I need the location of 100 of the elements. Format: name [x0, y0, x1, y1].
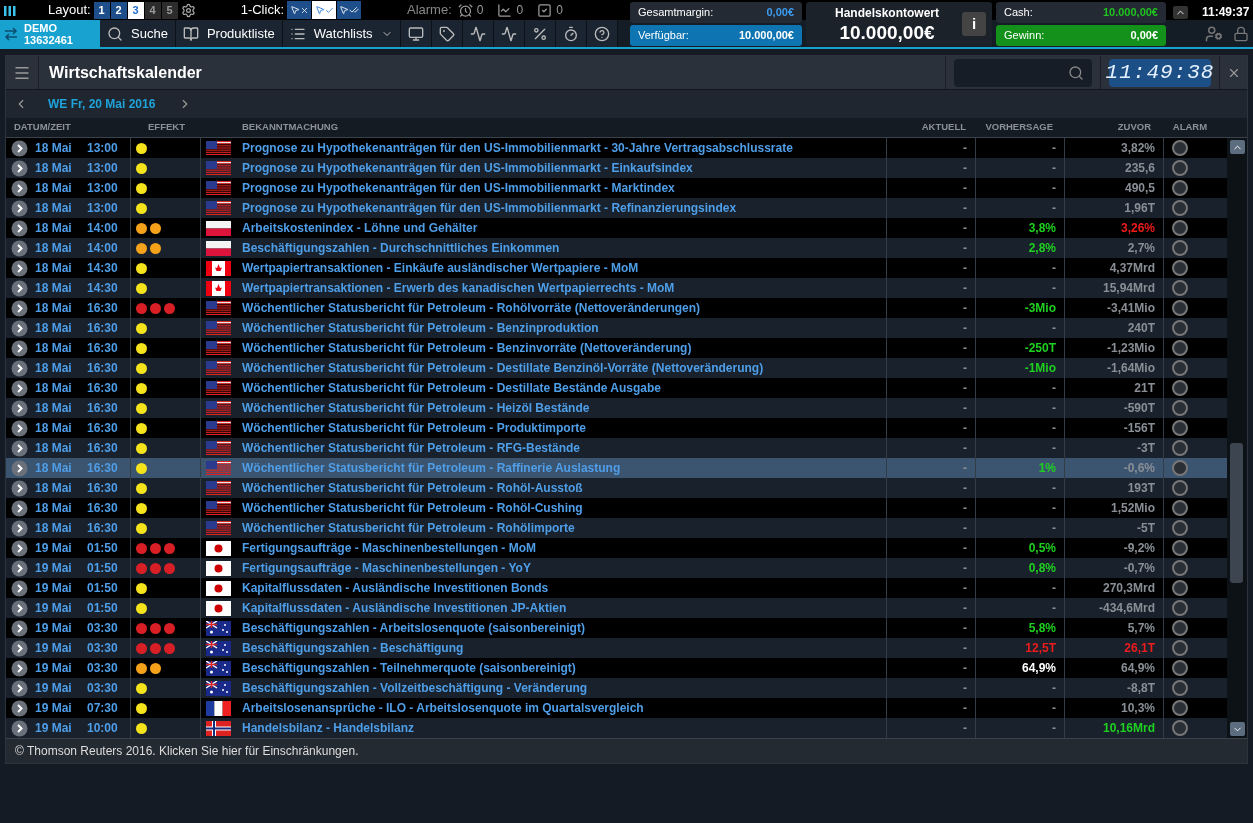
table-row[interactable]: 18 Mai 16:30 Wöchentlicher Statusbericht für Petroleum - Raffinerie Auslastung - 1% -0,6%: [6, 458, 1227, 478]
expand-chevron-icon[interactable]: [11, 459, 28, 477]
expand-chevron-icon[interactable]: [11, 599, 28, 617]
expand-chevron-icon[interactable]: [11, 339, 28, 357]
table-row[interactable]: 18 Mai 14:00 Beschäftigungszahlen - Durchschnittliches Einkommen - 2,8% 2,7%: [6, 238, 1227, 258]
scroll-down-button[interactable]: [1229, 722, 1245, 736]
table-row[interactable]: 18 Mai 13:00 Prognose zu Hypothekenanträgen für den US-Immobilienmarkt - Marktindex - - 490,5: [6, 178, 1227, 198]
expand-chevron-icon[interactable]: [11, 559, 28, 577]
table-row[interactable]: 19 Mai 03:30 Beschäftigungszahlen - Arbeitslosenquote (saisonbereinigt) - 5,8% 5,7%: [6, 618, 1227, 638]
expand-chevron-icon[interactable]: [11, 239, 28, 257]
help-icon[interactable]: [593, 25, 610, 42]
alarm-toggle[interactable]: [1172, 580, 1188, 596]
table-row[interactable]: 18 Mai 16:30 Wöchentlicher Statusbericht für Petroleum - Destillate Benzinöl-Vorräte (Nettoveränderung) - -1Mio -1,64Mio: [6, 358, 1227, 378]
expand-chevron-icon[interactable]: [11, 219, 28, 237]
alarm-toggle[interactable]: [1172, 720, 1188, 736]
alarm-toggle[interactable]: [1172, 660, 1188, 676]
expand-chevron-icon[interactable]: [11, 519, 28, 537]
alarm-toggle[interactable]: [1172, 440, 1188, 456]
alarm-toggle[interactable]: [1172, 320, 1188, 336]
table-row[interactable]: 18 Mai 14:00 Arbeitskostenindex - Löhne und Gehälter - 3,8% 3,26%: [6, 218, 1227, 238]
alarm-toggle[interactable]: [1172, 240, 1188, 256]
scroll-thumb[interactable]: [1230, 443, 1243, 583]
app-logo-icon[interactable]: [4, 4, 16, 16]
one-click-mode-button[interactable]: [287, 1, 311, 19]
monitor-icon[interactable]: [407, 25, 424, 42]
table-row[interactable]: 18 Mai 13:00 Prognose zu Hypothekenanträgen für den US-Immobilienmarkt - 30-Jahre Vertragsabschlussrate - - 3,82%: [6, 138, 1227, 158]
expand-chevron-icon[interactable]: [11, 199, 28, 217]
table-row[interactable]: 18 Mai 13:00 Prognose zu Hypothekenanträgen für den US-Immobilienmarkt - Refinanzierungsindex - - 1,96T: [6, 198, 1227, 218]
expand-chevron-icon[interactable]: [11, 419, 28, 437]
table-row[interactable]: 19 Mai 01:50 Fertigungsaufträge - Maschinenbestellungen - MoM - 0,5% -9,2%: [6, 538, 1227, 558]
expand-chevron-icon[interactable]: [11, 279, 28, 297]
copyright-link[interactable]: © Thomson Reuters 2016. Klicken Sie hier für Einschränkungen.: [15, 742, 359, 760]
checkbox-icon[interactable]: [537, 2, 553, 18]
table-row[interactable]: 18 Mai 16:30 Wöchentlicher Statusbericht für Petroleum - Heizöl Bestände - - -590T: [6, 398, 1227, 418]
expand-chevron-icon[interactable]: [11, 659, 28, 677]
expand-chevron-icon[interactable]: [11, 299, 28, 317]
expand-chevron-icon[interactable]: [11, 719, 28, 737]
table-row[interactable]: 19 Mai 01:50 Fertigungsaufträge - Maschinenbestellungen - YoY - 0,8% -0,7%: [6, 558, 1227, 578]
expand-chevron-icon[interactable]: [11, 679, 28, 697]
lock-icon[interactable]: [1233, 25, 1249, 42]
stopwatch-icon[interactable]: [562, 25, 579, 42]
expand-chevron-icon[interactable]: [11, 579, 28, 597]
chart-icon[interactable]: [497, 2, 513, 18]
table-row[interactable]: 18 Mai 16:30 Wöchentlicher Statusbericht für Petroleum - Rohölvorräte (Nettoveränderungen) - -3Mio -3,41Mio: [6, 298, 1227, 318]
expand-chevron-icon[interactable]: [11, 319, 28, 337]
pulse-icon[interactable]: [469, 25, 486, 42]
expand-chevron-icon[interactable]: [11, 399, 28, 417]
table-row[interactable]: 19 Mai 03:30 Beschäftigungszahlen - Teilnehmerquote (saisonbereinigt) - 64,9% 64,9%: [6, 658, 1227, 678]
search-field[interactable]: [954, 58, 1092, 87]
alarm-toggle[interactable]: [1172, 500, 1188, 516]
alarm-toggle[interactable]: [1172, 200, 1188, 216]
alarm-toggle[interactable]: [1172, 560, 1188, 576]
user-settings-icon[interactable]: [1205, 24, 1223, 43]
info-button[interactable]: i: [962, 12, 986, 36]
nav-button[interactable]: Produktliste: [175, 20, 283, 47]
expand-chevron-icon[interactable]: [11, 439, 28, 457]
alarm-toggle[interactable]: [1172, 600, 1188, 616]
expand-chevron-icon[interactable]: [11, 539, 28, 557]
layout-tab[interactable]: 2: [110, 1, 127, 19]
alarm-toggle[interactable]: [1172, 700, 1188, 716]
table-row[interactable]: 18 Mai 16:30 Wöchentlicher Statusbericht für Petroleum - Rohöl-Ausstoß - - 193T: [6, 478, 1227, 498]
expand-chevron-icon[interactable]: [11, 499, 28, 517]
alarm-toggle[interactable]: [1172, 520, 1188, 536]
nav-button[interactable]: Watchlists: [282, 20, 401, 47]
table-row[interactable]: 19 Mai 07:30 Arbeitslosenansprüche - ILO - Arbeitslosenquote im Quartalsvergleich - - 10,3%: [6, 698, 1227, 718]
one-click-mode-button[interactable]: [337, 1, 361, 19]
percent-icon[interactable]: [531, 25, 548, 42]
table-row[interactable]: 18 Mai 13:00 Prognose zu Hypothekenanträgen für den US-Immobilienmarkt - Einkaufsindex - - 235,6: [6, 158, 1227, 178]
table-row[interactable]: 19 Mai 03:30 Beschäftigungszahlen - Vollzeitbeschäftigung - Veränderung - - -8,8T: [6, 678, 1227, 698]
alarm-toggle[interactable]: [1172, 260, 1188, 276]
alarm-toggle[interactable]: [1172, 460, 1188, 476]
nav-button[interactable]: Suche: [100, 20, 176, 47]
expand-chevron-icon[interactable]: [11, 699, 28, 717]
alarm-toggle[interactable]: [1172, 220, 1188, 236]
table-row[interactable]: 19 Mai 03:30 Beschäftigungszahlen - Beschäftigung - 12,5T 26,1T: [6, 638, 1227, 658]
table-row[interactable]: 19 Mai 01:50 Kapitalflussdaten - Ausländische Investitionen Bonds - - 270,3Mrd: [6, 578, 1227, 598]
alarm-toggle[interactable]: [1172, 680, 1188, 696]
alarm-toggle[interactable]: [1172, 280, 1188, 296]
alarm-toggle[interactable]: [1172, 480, 1188, 496]
table-row[interactable]: 18 Mai 16:30 Wöchentlicher Statusbericht für Petroleum - Rohöl-Cushing - - 1,52Mio: [6, 498, 1227, 518]
zigzag-icon[interactable]: [500, 25, 517, 42]
expand-chevron-icon[interactable]: [11, 179, 28, 197]
alarm-toggle[interactable]: [1172, 360, 1188, 376]
expand-chevron-icon[interactable]: [11, 479, 28, 497]
table-row[interactable]: 18 Mai 14:30 Wertpapiertransaktionen - Erwerb des kanadischen Wertpapierrechts - MoM - - 15,94Mrd: [6, 278, 1227, 298]
expand-chevron-icon[interactable]: [11, 359, 28, 377]
table-row[interactable]: 18 Mai 16:30 Wöchentlicher Statusbericht für Petroleum - Produktimporte - - -156T: [6, 418, 1227, 438]
expand-chevron-icon[interactable]: [11, 259, 28, 277]
alarm-toggle[interactable]: [1172, 540, 1188, 556]
alarm-toggle[interactable]: [1172, 400, 1188, 416]
scrollbar[interactable]: [1227, 138, 1247, 738]
alarm-toggle[interactable]: [1172, 380, 1188, 396]
expand-chevron-icon[interactable]: [11, 379, 28, 397]
settings-icon[interactable]: [180, 2, 196, 18]
alarm-toggle[interactable]: [1172, 620, 1188, 636]
expand-chevron-icon[interactable]: [11, 619, 28, 637]
expand-chevron-icon[interactable]: [11, 159, 28, 177]
alarm-clock-icon[interactable]: [457, 2, 473, 18]
table-row[interactable]: 18 Mai 16:30 Wöchentlicher Statusbericht für Petroleum - RFG-Bestände - - -3T: [6, 438, 1227, 458]
table-row[interactable]: 18 Mai 16:30 Wöchentlicher Statusbericht für Petroleum - Destillate Bestände Ausgabe - - 21T: [6, 378, 1227, 398]
